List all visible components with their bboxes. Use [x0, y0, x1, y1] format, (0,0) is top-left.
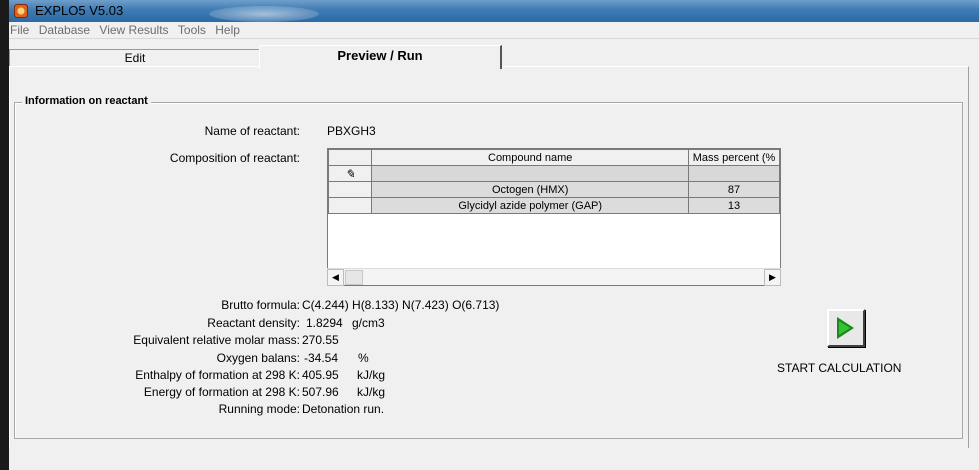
menu-database[interactable]: Database — [36, 22, 93, 37]
compound-name-cell[interactable]: Octogen (HMX) — [371, 181, 690, 198]
mass-percent-cell[interactable]: 13 — [688, 197, 780, 214]
enthalpy-value: 405.95 — [302, 368, 339, 382]
menu-bar: File Database View Results Tools Help — [9, 22, 979, 39]
scroll-thumb[interactable] — [345, 270, 363, 285]
molar-mass-value: 270.55 — [302, 333, 339, 347]
name-label: Name of reactant: — [204, 124, 300, 138]
compound-name-cell[interactable]: Glycidyl azide polymer (GAP) — [371, 197, 690, 214]
row-indicator — [328, 197, 373, 214]
mass-percent-cell[interactable]: 87 — [688, 181, 780, 198]
oxygen-balance-unit: % — [358, 351, 369, 365]
density-label: Reactant density: — [207, 316, 300, 330]
enthalpy-label: Enthalpy of formation at 298 K: — [135, 368, 300, 382]
title-bar[interactable]: EXPLO5 V5.03 — [9, 0, 979, 22]
table-cell[interactable] — [688, 165, 780, 182]
reactant-name: PBXGH3 — [327, 124, 376, 138]
energy-value: 507.96 — [302, 385, 339, 399]
table-row[interactable]: Glycidyl azide polymer (GAP) 13 — [328, 197, 780, 214]
col-header-mass[interactable]: Mass percent (% — [688, 149, 780, 166]
brutto-label: Brutto formula: — [221, 298, 300, 312]
molar-mass-label: Equivalent relative molar mass: — [133, 333, 300, 347]
grid-corner — [328, 149, 373, 166]
play-icon-highlight — [839, 321, 850, 335]
enthalpy-unit: kJ/kg — [357, 368, 386, 382]
scroll-right-button[interactable]: ▶ — [764, 269, 781, 286]
horizontal-scrollbar[interactable]: ◀ ▶ — [327, 268, 781, 286]
energy-unit: kJ/kg — [357, 385, 386, 399]
running-mode-label: Running mode: — [218, 402, 300, 416]
density-value: 1.8294 — [306, 316, 343, 330]
pencil-icon: ✎ — [345, 166, 356, 181]
table-cell[interactable] — [371, 165, 690, 182]
oxygen-balance-value: -34.54 — [304, 351, 339, 365]
group-title: Information on reactant — [22, 95, 151, 107]
composition-label: Composition of reactant: — [169, 151, 300, 165]
app-icon — [14, 4, 28, 18]
col-header-name[interactable]: Compound name — [371, 149, 690, 166]
brutto-formula: C(4.244) H(8.133) N(7.423) O(6.713) — [302, 298, 500, 312]
arrow-right-icon: ▶ — [769, 272, 776, 282]
start-calculation-button[interactable] — [827, 309, 865, 347]
table-row[interactable]: ✎ — [328, 165, 780, 182]
start-calculation-label: START CALCULATION — [777, 361, 902, 375]
row-indicator — [328, 181, 373, 198]
oxygen-balance-label: Oxygen balans: — [216, 351, 300, 365]
row-indicator: ✎ — [328, 165, 373, 182]
status-area — [9, 448, 979, 470]
tab-preview-run[interactable]: Preview / Run — [259, 45, 502, 69]
tab-edit[interactable]: Edit — [9, 49, 261, 66]
menu-tools[interactable]: Tools — [175, 22, 209, 37]
menu-help[interactable]: Help — [212, 22, 243, 37]
scroll-left-button[interactable]: ◀ — [327, 269, 344, 286]
energy-label: Energy of formation at 298 K: — [143, 385, 300, 399]
title-glow — [209, 6, 319, 22]
menu-file[interactable]: File — [9, 22, 32, 37]
table-row[interactable]: Octogen (HMX) 87 — [328, 181, 780, 198]
menu-view-results[interactable]: View Results — [96, 22, 171, 37]
density-unit: g/cm3 — [352, 316, 385, 330]
window-title: EXPLO5 V5.03 — [35, 3, 124, 18]
running-mode-value: Detonation run. — [302, 402, 385, 416]
arrow-left-icon: ◀ — [332, 272, 339, 282]
composition-grid[interactable]: Compound name Mass percent (% ✎ Octogen … — [327, 148, 781, 286]
